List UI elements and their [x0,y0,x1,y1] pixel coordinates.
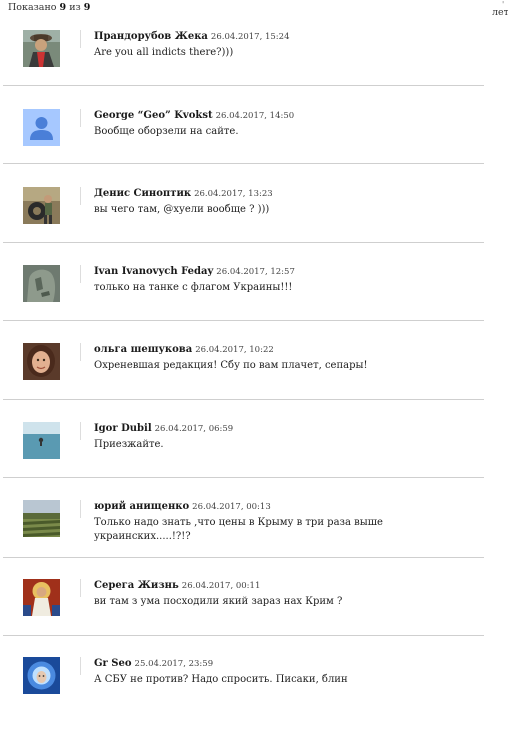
divider [80,422,81,440]
comment-body: Денис Синоптик 26.04.2017, 13:23 вы чего … [94,187,484,217]
comment-text: вы чего там, @хуели вообще ? ))) [94,204,270,215]
comment-body: George “Geo” Kvokst 26.04.2017, 14:50 Воо… [94,109,484,139]
comment-meta: ольга шешукова 26.04.2017, 10:22 [94,343,484,357]
comment-separator [3,85,484,86]
comment-separator [3,242,484,243]
comment-text: Охреневшая редакция! Сбу по вам плачет, … [94,360,368,371]
comment-separator [3,635,484,636]
user-avatar[interactable] [23,422,60,459]
comment-author[interactable]: Прандорубов Жека [94,31,208,42]
divider [80,265,81,283]
comment-meta: Прандорубов Жека 26.04.2017, 15:24 [94,30,484,44]
divider [80,657,81,675]
person-in-hat-icon [23,30,60,67]
comment-date[interactable]: 26.04.2017, 06:59 [155,424,234,434]
divider [80,30,81,48]
comment-author[interactable]: Серега Жизнь [94,580,179,591]
comment-body: Ivan Ivanovych Feday 26.04.2017, 12:57 то… [94,265,484,295]
shown-prefix: Показано [8,2,57,13]
comments-shown-count: Показано 9 из 9 [8,2,90,13]
comment-item: Серега Жизнь 26.04.2017, 00:11 ви там з у… [0,579,490,658]
user-avatar[interactable] [23,187,60,224]
blue-glow-face-icon [23,657,60,694]
comment-author[interactable]: юрий анищенко [94,501,189,512]
comment-text: Вообще оборзели на сайте. [94,126,239,137]
comment-body: ольга шешукова 26.04.2017, 10:22 Охреневш… [94,343,484,373]
comment-item: Igor Dubil 26.04.2017, 06:59 Приезжайте. [0,422,490,501]
user-avatar[interactable] [23,265,60,302]
divider [80,500,81,518]
shown-of: из [69,2,81,13]
user-avatar[interactable] [23,500,60,537]
comment-author[interactable]: Igor Dubil [94,423,152,434]
comment-date[interactable]: 26.04.2017, 14:50 [216,111,295,121]
comment-meta: Igor Dubil 26.04.2017, 06:59 [94,422,484,436]
divider [80,579,81,597]
comment-text: А СБУ не против? Надо спросить. Писаки, … [94,674,348,685]
comment-text: Только надо знать ,что цены в Крыму в тр… [94,517,383,542]
user-avatar[interactable] [23,109,60,146]
comment-body: юрий анищенко 26.04.2017, 00:13 Только на… [94,500,484,544]
shown-total-number: 9 [83,2,91,13]
comment-body: Серега Жизнь 26.04.2017, 00:11 ви там з у… [94,579,484,609]
comment-date[interactable]: 26.04.2017, 10:22 [195,345,274,355]
comment-item: Прандорубов Жека 26.04.2017, 15:24 Are yo… [0,30,490,109]
divider [80,343,81,361]
comment-item: ольга шешукова 26.04.2017, 10:22 Охреневш… [0,343,490,422]
default-user-icon [23,109,60,146]
comment-text: Are you all indicts there?))) [94,47,234,58]
comment-text: Приезжайте. [94,439,164,450]
comment-item: Денис Синоптик 26.04.2017, 13:23 вы чего … [0,187,490,266]
comment-item: George “Geo” Kvokst 26.04.2017, 14:50 Воо… [0,109,490,188]
sea-swimmer-icon [23,422,60,459]
comment-date[interactable]: 26.04.2017, 13:23 [194,189,273,199]
comment-separator [3,320,484,321]
comment-meta: Денис Синоптик 26.04.2017, 13:23 [94,187,484,201]
comment-body: Igor Dubil 26.04.2017, 06:59 Приезжайте. [94,422,484,452]
comment-separator [3,557,484,558]
user-avatar[interactable] [23,30,60,67]
vineyard-landscape-icon [23,500,60,537]
comment-text: ви там з ума посходили який зараз нах Кр… [94,596,343,607]
person-with-tire-icon [23,187,60,224]
user-avatar[interactable] [23,343,60,380]
comment-date[interactable]: 26.04.2017, 12:57 [216,267,295,277]
woman-portrait-icon [23,343,60,380]
comment-author[interactable]: Gr Seo [94,658,132,669]
comment-body: Прандорубов Жека 26.04.2017, 15:24 Are yo… [94,30,484,60]
shown-count-number: 9 [59,2,67,13]
comment-author[interactable]: George “Geo” Kvokst [94,110,213,121]
user-avatar[interactable] [23,579,60,616]
comment-date[interactable]: 26.04.2017, 15:24 [211,32,290,42]
user-avatar[interactable] [23,657,60,694]
comment-meta: Ivan Ivanovych Feday 26.04.2017, 12:57 [94,265,484,279]
divider [80,187,81,205]
comment-text: только на танке с флагом Украины!!! [94,282,293,293]
comment-separator [3,477,484,478]
comment-date[interactable]: 26.04.2017, 00:11 [182,581,261,591]
comment-author[interactable]: Ivan Ivanovych Feday [94,266,213,277]
stone-face-icon [23,265,60,302]
comment-body: Gr Seo 25.04.2017, 23:59 А СБУ не против?… [94,657,484,687]
religious-icon-icon [23,579,60,616]
comment-separator [3,163,484,164]
comment-date[interactable]: 26.04.2017, 00:13 [192,502,271,512]
comment-date[interactable]: 25.04.2017, 23:59 [135,659,214,669]
comment-meta: George “Geo” Kvokst 26.04.2017, 14:50 [94,109,484,123]
clipped-side-text: лет [492,7,508,18]
comment-separator [3,399,484,400]
comment-meta: Gr Seo 25.04.2017, 23:59 [94,657,484,671]
comment-author[interactable]: Денис Синоптик [94,188,191,199]
comment-author[interactable]: ольга шешукова [94,344,192,355]
comment-meta: Серега Жизнь 26.04.2017, 00:11 [94,579,484,593]
comment-item: Ivan Ivanovych Feday 26.04.2017, 12:57 то… [0,265,490,344]
comment-meta: юрий анищенко 26.04.2017, 00:13 [94,500,484,514]
comment-item: Gr Seo 25.04.2017, 23:59 А СБУ не против?… [0,657,490,736]
comment-item: юрий анищенко 26.04.2017, 00:13 Только на… [0,500,490,579]
divider [80,109,81,127]
